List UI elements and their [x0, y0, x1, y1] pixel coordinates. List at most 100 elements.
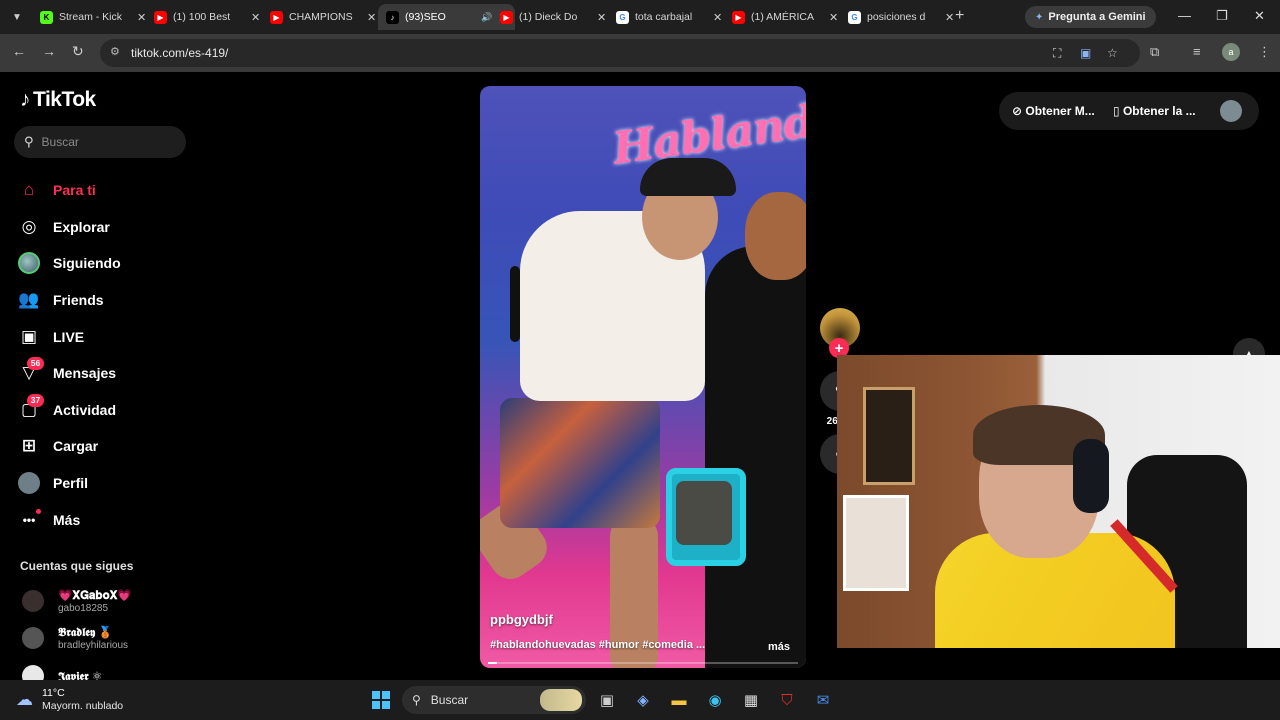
- tab-close-icon[interactable]: ✕: [251, 11, 260, 24]
- weather-description[interactable]: Mayorm. nublado: [42, 700, 123, 712]
- bookmark-star-icon[interactable]: ☆: [1107, 46, 1118, 60]
- tab-search-chevron-icon[interactable]: ▼: [6, 6, 28, 28]
- gemini-button[interactable]: ✦ Pregunta a Gemini: [1025, 6, 1156, 28]
- get-app-button[interactable]: ▯ Obtener la ...: [1113, 104, 1196, 118]
- tiktok-note-icon: ♪: [20, 88, 31, 111]
- sidebar-item-live[interactable]: ▣ LIVE: [18, 318, 188, 355]
- maximize-window-button[interactable]: ❐: [1216, 8, 1228, 24]
- store-icon[interactable]: ▦: [740, 689, 762, 711]
- tab-favicon-icon: K: [40, 10, 53, 24]
- browser-tab[interactable]: ▶ (1) Dieck Do ✕: [492, 4, 614, 30]
- tab-title: (1) Dieck Do: [519, 11, 578, 23]
- browser-tab[interactable]: ▶ (1) 100 Best ✕: [146, 4, 268, 30]
- gemini-spark-icon: ✦: [1035, 11, 1044, 23]
- video-caption[interactable]: #hablandohuevadas #humor #comedia ...: [490, 639, 730, 651]
- search-input[interactable]: [41, 135, 162, 149]
- caption-more-button[interactable]: más: [768, 641, 790, 653]
- video-author-username[interactable]: ppbgydbjf: [490, 612, 553, 627]
- tab-title: (1) 100 Best: [173, 11, 231, 23]
- user-profile-avatar[interactable]: [1220, 100, 1242, 122]
- media-controls-icon[interactable]: ≡: [1193, 44, 1201, 59]
- sidebar-item-messages[interactable]: ▽ Mensajes 56: [18, 355, 188, 392]
- gemini-label: Pregunta a Gemini: [1048, 11, 1146, 23]
- file-explorer-icon[interactable]: ▬: [668, 689, 690, 711]
- browser-tab[interactable]: ▶ (1) AMÉRICA ✕: [724, 4, 846, 30]
- tab-title: tota carbajal: [635, 11, 693, 23]
- url-text: tiktok.com/es-419/: [131, 46, 229, 60]
- browser-tab[interactable]: K Stream - Kick ✕: [32, 4, 154, 30]
- translate-icon[interactable]: ⛶: [1053, 46, 1061, 61]
- address-bar[interactable]: ⚙ tiktok.com/es-419/ ⛶ ▣ ☆: [100, 39, 1140, 67]
- search-icon: ⚲: [24, 134, 34, 149]
- tab-close-icon[interactable]: ✕: [137, 11, 146, 24]
- tab-title: (1) AMÉRICA: [751, 11, 815, 23]
- forward-button[interactable]: →: [42, 43, 56, 59]
- copilot-icon[interactable]: ◈: [632, 689, 654, 711]
- new-tab-button[interactable]: +: [955, 7, 964, 25]
- tab-close-icon[interactable]: ✕: [829, 11, 838, 24]
- video-progress-fill: [488, 662, 498, 664]
- get-coins-button[interactable]: ⊘ Obtener M...: [1012, 104, 1095, 118]
- task-view-icon[interactable]: ▣: [596, 689, 618, 711]
- sidebar-item-home[interactable]: ⌂ Para ti: [18, 172, 188, 209]
- tab-audio-icon[interactable]: 🔊: [481, 12, 492, 23]
- home-icon: ⌂: [23, 180, 35, 200]
- notification-badge: 56: [27, 356, 44, 370]
- sidebar-item-upload[interactable]: ⊞ Cargar: [18, 428, 188, 465]
- sidebar-nav: ⌂ Para ti ◎ Explorar Siguiendo 👥 Friends ▣ LIVE ▽…: [18, 172, 188, 538]
- account-handle: gabo18285: [58, 603, 109, 614]
- tab-favicon-icon: ♪: [386, 10, 399, 24]
- following-account[interactable]: 𝕭𝖗𝖆𝖉𝖑𝖊𝖞 🥉 bradleyhilarious: [22, 625, 128, 651]
- tab-title: posiciones d: [867, 11, 926, 23]
- edge-icon[interactable]: ◉: [704, 689, 726, 711]
- close-window-button[interactable]: ✕: [1254, 8, 1265, 24]
- sidebar-item-following[interactable]: Siguiendo: [18, 245, 188, 282]
- sidebar-item-friends[interactable]: 👥 Friends: [18, 282, 188, 319]
- browser-profile-avatar[interactable]: a: [1222, 43, 1240, 61]
- cast-icon[interactable]: ▣: [1080, 46, 1091, 60]
- sidebar-item-profile[interactable]: Perfil: [18, 465, 188, 502]
- account-info: 💗𝐗𝐆𝐚𝐛𝐨𝐗💗 gabo18285: [58, 588, 132, 614]
- tab-favicon-icon: ▶: [270, 10, 283, 24]
- following-account[interactable]: 💗𝐗𝐆𝐚𝐛𝐨𝐗💗 gabo18285: [22, 588, 132, 614]
- taskbar-search-label: Buscar: [430, 693, 469, 707]
- sidebar-item-activity[interactable]: ▢ Actividad 37: [18, 392, 188, 429]
- browser-menu-icon[interactable]: ⋮: [1258, 44, 1271, 60]
- reload-button[interactable]: ↻: [72, 43, 84, 60]
- tab-favicon-icon: G: [616, 10, 629, 24]
- browser-toolbar: ← → ↻ ⚙ tiktok.com/es-419/ ⛶ ▣ ☆ ⧉ ≡ a ⋮: [0, 34, 1280, 72]
- browser-tab[interactable]: Gposiciones d ✕: [840, 4, 962, 30]
- weather-temperature[interactable]: 11°C: [42, 687, 65, 699]
- tab-title: Stream - Kick: [59, 11, 123, 23]
- avatar: [22, 627, 44, 649]
- mcafee-icon[interactable]: ⛉: [776, 689, 798, 711]
- sidebar-item-label: Cargar: [53, 438, 99, 455]
- start-button[interactable]: [372, 691, 390, 709]
- back-button[interactable]: ←: [12, 43, 26, 59]
- video-player[interactable]: Hablando ppbgydbjf #hablandohuevadas #hu…: [480, 86, 806, 668]
- friends-icon: 👥: [18, 290, 40, 310]
- tiktok-logo[interactable]: ♪ TikTok: [20, 88, 96, 112]
- extensions-icon[interactable]: ⧉: [1150, 44, 1159, 60]
- weather-cloud-icon[interactable]: ☁: [16, 690, 33, 710]
- mail-icon[interactable]: ✉: [812, 689, 834, 711]
- taskbar-search[interactable]: ⚲ Buscar: [402, 686, 586, 714]
- tab-close-icon[interactable]: ✕: [713, 11, 722, 24]
- video-progress-bar[interactable]: [488, 662, 798, 664]
- browser-tab[interactable]: Gtota carbajal ✕: [608, 4, 730, 30]
- get-app-label: Obtener la ...: [1122, 104, 1196, 118]
- browser-tab[interactable]: ▶ CHAMPIONS ✕: [262, 4, 384, 30]
- tab-close-icon[interactable]: ✕: [945, 11, 954, 24]
- video-woman-figure: [705, 246, 806, 668]
- sidebar-item-more[interactable]: ••• Más: [18, 501, 188, 538]
- tab-close-icon[interactable]: ✕: [367, 11, 376, 24]
- sidebar-item-compass[interactable]: ◎ Explorar: [18, 209, 188, 246]
- compass-icon: ◎: [21, 216, 37, 236]
- tab-close-icon[interactable]: ✕: [597, 11, 606, 24]
- minimize-window-button[interactable]: —: [1178, 8, 1191, 23]
- search-box[interactable]: ⚲: [14, 126, 186, 158]
- following-section-title: Cuentas que sigues: [20, 559, 134, 573]
- site-info-icon[interactable]: ⚙: [110, 45, 120, 58]
- sidebar-item-label: Para ti: [53, 182, 96, 199]
- video-microphone: [510, 266, 520, 342]
